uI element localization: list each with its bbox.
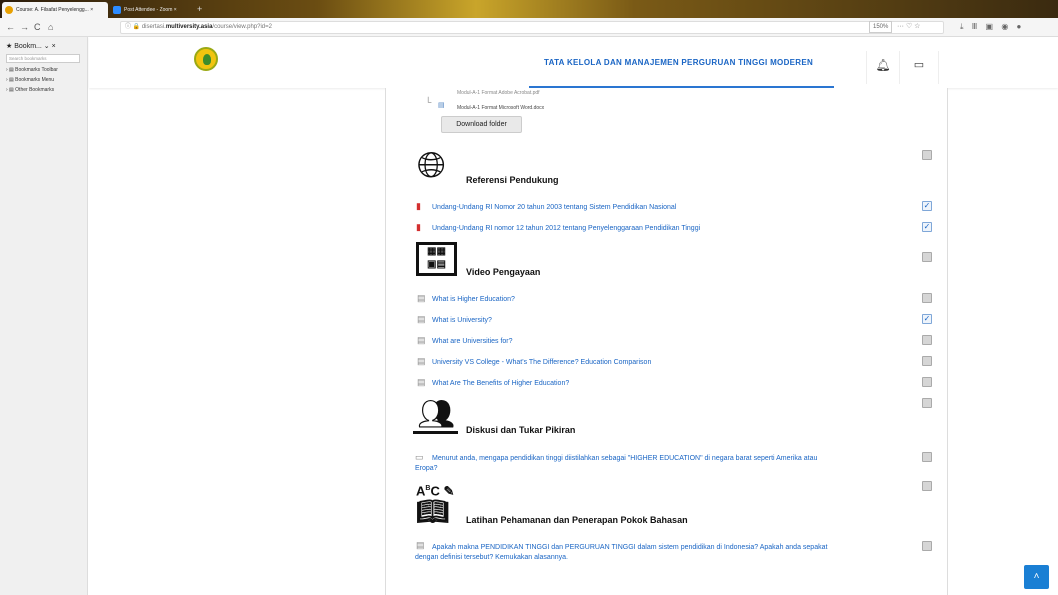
completion-checkbox[interactable]: [922, 541, 932, 551]
completion-checkbox[interactable]: [922, 452, 932, 462]
folder-file-top[interactable]: Modul-A-1 Format Adobe Acrobat.pdf: [457, 90, 540, 96]
browser-tab-bar: Course: A. Filsafat Penyelengg... × Post…: [0, 0, 1058, 18]
activity-link-line2[interactable]: Eropa?: [415, 464, 438, 474]
star-icon: ★: [6, 43, 15, 50]
chevron-up-icon: ˄: [1033, 571, 1040, 582]
globe-icon: 🌐︎: [417, 144, 446, 185]
page-actions[interactable]: ··· ♡ ☆: [897, 21, 920, 32]
completion-checkbox[interactable]: ✓: [922, 314, 932, 324]
extension-icon[interactable]: ◉: [1001, 22, 1008, 31]
bookmarks-sidebar-title[interactable]: ★ Bookm... ⌄ ×: [0, 37, 87, 52]
activity-link[interactable]: What Are The Benefits of Higher Educatio…: [432, 379, 569, 389]
assignment-icon: ▤: [416, 540, 425, 550]
url-path: /course/view.php?id=2: [212, 24, 272, 30]
url-bar[interactable]: ⓘ 🔒 disertasi.multiversity.asia/course/v…: [120, 21, 944, 34]
completion-checkbox[interactable]: [922, 335, 932, 345]
sidebar-item-bookmarks-toolbar[interactable]: › ▤ Bookmarks Toolbar: [0, 65, 87, 75]
completion-checkbox[interactable]: [922, 377, 932, 387]
tab-course[interactable]: Course: A. Filsafat Penyelengg... ×: [2, 2, 108, 18]
activity-link-line1[interactable]: Apakah makna PENDIDIKAN TINGGI dan PERGU…: [432, 543, 827, 553]
library-icon[interactable]: Ⅲ: [972, 22, 978, 31]
site-header: TATA KELOLA DAN MANAJEMEN PERGURUAN TING…: [89, 37, 1058, 88]
zoom-level[interactable]: 150%: [869, 21, 893, 33]
bookmark-search-input[interactable]: Search bookmarks: [6, 54, 80, 63]
page-icon: ▤: [417, 356, 426, 366]
sidebar-item-label: Other Bookmarks: [15, 87, 55, 93]
profile-icon[interactable]: ●: [1017, 22, 1022, 31]
activity-link[interactable]: What is University?: [432, 316, 492, 326]
completion-checkbox[interactable]: [922, 293, 932, 303]
section-title-video: Video Pengayaan: [466, 267, 541, 277]
word-file-icon: ▤: [438, 102, 445, 109]
activity-link[interactable]: Undang-Undang RI Nomor 20 tahun 2003 ten…: [432, 203, 676, 213]
tab-course-label: Course: A. Filsafat Penyelengg... ×: [16, 7, 94, 13]
activity-link-line2[interactable]: dengan definisi tersebut? Kemukakan alas…: [415, 553, 568, 563]
page-icon: ▤: [417, 335, 426, 345]
page-icon: ▤: [417, 293, 426, 303]
section-completion-checkbox[interactable]: [922, 481, 932, 491]
tree-branch-icon: └: [425, 97, 432, 107]
message-icon[interactable]: ▭: [899, 51, 939, 84]
download-folder-button[interactable]: Download folder: [441, 116, 522, 133]
back-arrow-icon[interactable]: ←: [6, 21, 15, 33]
sidebar-item-label: Bookmarks Menu: [15, 77, 55, 83]
browser-nav-bar: ← → C ⌂ ⓘ 🔒 disertasi.multiversity.asia/…: [0, 18, 1058, 37]
page-icon: ▤: [417, 314, 426, 324]
sidebar-toggle-icon[interactable]: ▣: [986, 22, 994, 31]
activity-link[interactable]: University VS College - What's The Diffe…: [432, 358, 651, 368]
section-title-diskusi: Diskusi dan Tukar Pikiran: [466, 425, 576, 435]
zoom-favicon-icon: [113, 6, 121, 14]
pdf-icon: ▮: [416, 222, 421, 232]
toolbar-icons: ⤓ Ⅲ ▣ ◉ ●: [960, 21, 1027, 33]
new-tab-button[interactable]: +: [197, 2, 202, 16]
reload-icon[interactable]: C: [34, 21, 41, 33]
video-board-icon: ▦▦ ▣▤: [416, 242, 457, 276]
activity-link[interactable]: What is Higher Education?: [432, 295, 515, 305]
section-completion-checkbox[interactable]: [922, 398, 932, 408]
activity-link[interactable]: Undang-Undang RI nomor 12 tahun 2012 ten…: [432, 224, 700, 234]
completion-checkbox[interactable]: [922, 356, 932, 366]
bookmarks-sidebar: ★ Bookm... ⌄ × Search bookmarks › ▤ Book…: [0, 37, 88, 595]
tab-zoom-label: Post Attendee - Zoom ×: [124, 7, 177, 13]
sidebar-item-label: Bookmarks Toolbar: [15, 67, 58, 73]
url-domain: multiversity.asia: [165, 24, 213, 30]
section-completion-checkbox[interactable]: [922, 150, 932, 160]
abc-book-icon: ABC ✎ 📖︎: [416, 483, 455, 527]
section-completion-checkbox[interactable]: [922, 252, 932, 262]
moodle-favicon-icon: [5, 6, 13, 14]
info-icon: ⓘ 🔒: [125, 24, 142, 30]
section-title-referensi: Referensi Pendukung: [466, 175, 559, 185]
folder-file-word[interactable]: Modul-A-1 Format Microsoft Word.docx: [457, 105, 544, 111]
tab-zoom[interactable]: Post Attendee - Zoom ×: [110, 2, 195, 18]
activity-link-line1[interactable]: Menurut anda, mengapa pendidikan tinggi …: [432, 454, 817, 464]
activity-link[interactable]: What are Universities for?: [432, 337, 513, 347]
university-logo[interactable]: [194, 47, 218, 71]
course-title[interactable]: TATA KELOLA DAN MANAJEMEN PERGURUAN TING…: [544, 58, 813, 67]
discussion-table-icon: [413, 431, 458, 434]
bell-icon[interactable]: 🔔︎: [866, 51, 899, 84]
home-icon[interactable]: ⌂: [48, 21, 53, 33]
url-prefix: disertasi.: [141, 24, 166, 30]
download-icon[interactable]: ⤓: [960, 22, 964, 31]
pdf-icon: ▮: [416, 201, 421, 211]
bookmarks-title-text: Bookm... ⌄ ×: [14, 43, 56, 50]
completion-checkbox[interactable]: ✓: [922, 201, 932, 211]
forward-arrow-icon[interactable]: →: [20, 21, 29, 33]
section-title-latihan: Latihan Pehamanan dan Penerapan Pokok Ba…: [466, 515, 688, 525]
sidebar-item-bookmarks-menu[interactable]: › ▤ Bookmarks Menu: [0, 75, 87, 85]
chat-bubble-icon: ▭: [415, 452, 424, 462]
back-to-top-button[interactable]: ˄: [1024, 565, 1049, 589]
sidebar-item-other-bookmarks[interactable]: › ▤ Other Bookmarks: [0, 85, 87, 95]
page-icon: ▤: [417, 377, 426, 387]
completion-checkbox[interactable]: ✓: [922, 222, 932, 232]
discussion-icon: 👥︎: [417, 398, 456, 431]
